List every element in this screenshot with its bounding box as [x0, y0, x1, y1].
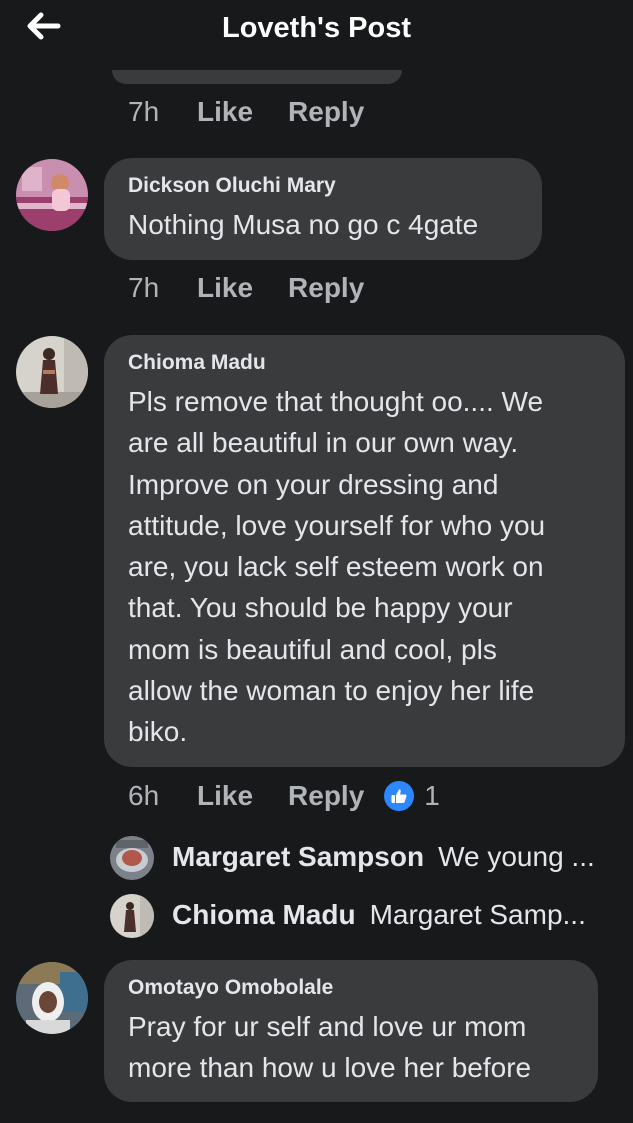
avatar[interactable]	[16, 962, 88, 1034]
comment-text: Pls remove that thought oo.... We are al…	[128, 386, 546, 748]
reply-preview[interactable]: Chioma Madu Margaret Samp...	[172, 899, 619, 931]
comment-text: Pray for ur self and love ur mom more th…	[128, 1011, 532, 1084]
reply-button[interactable]: Reply	[288, 272, 364, 304]
top-bar: Loveth's Post	[0, 0, 633, 60]
avatar[interactable]	[16, 159, 88, 231]
reply-preview[interactable]: Margaret Sampson We young ...	[172, 841, 619, 873]
comment-actions: 7h Like Reply	[128, 96, 384, 128]
comment-bubble[interactable]: Dickson Oluchi Mary Nothing Musa no go c…	[104, 158, 542, 260]
comment-author[interactable]: Omotayo Omobolale	[128, 976, 574, 1000]
comment-bubble[interactable]: Omotayo Omobolale Pray for ur self and l…	[104, 960, 598, 1102]
comment-text: Nothing Musa no go c 4gate	[128, 209, 479, 240]
avatar[interactable]	[16, 336, 88, 408]
comment-time: 7h	[128, 272, 160, 303]
reply-button[interactable]: Reply	[288, 780, 364, 812]
reply-button[interactable]: Reply	[288, 96, 364, 128]
comment-author[interactable]: Chioma Madu	[128, 351, 601, 375]
page-title: Loveth's Post	[222, 12, 411, 44]
reply-text: We young ...	[438, 841, 595, 872]
previous-comment-bubble	[112, 70, 402, 84]
comment-actions: 7h Like Reply	[128, 272, 384, 304]
reply-text: Margaret Samp...	[369, 899, 586, 930]
reaction-count[interactable]: 1	[424, 780, 440, 812]
like-button[interactable]: Like	[197, 272, 253, 304]
comment-bubble[interactable]: Chioma Madu Pls remove that thought oo..…	[104, 335, 625, 767]
reply-author[interactable]: Margaret Sampson	[172, 841, 424, 873]
comment-author[interactable]: Dickson Oluchi Mary	[128, 174, 518, 198]
avatar[interactable]	[110, 894, 154, 938]
comment-actions: 6h Like Reply 1	[128, 780, 440, 812]
comment-time: 7h	[128, 96, 160, 127]
like-button[interactable]: Like	[197, 96, 253, 128]
comment-time: 6h	[128, 780, 160, 811]
like-button[interactable]: Like	[197, 780, 253, 812]
reply-author[interactable]: Chioma Madu	[172, 899, 356, 931]
avatar[interactable]	[110, 836, 154, 880]
thumbs-up-icon[interactable]	[384, 781, 415, 811]
